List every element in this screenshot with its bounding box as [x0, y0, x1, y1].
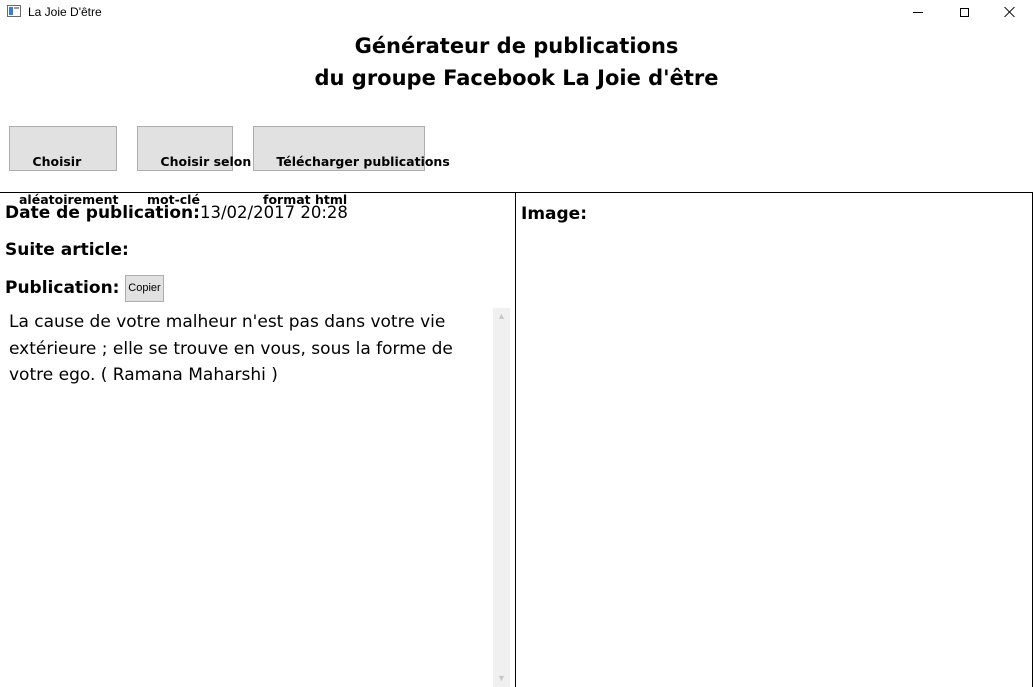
page-title-line1: Générateur de publications — [354, 34, 679, 58]
keyword-choice-button-line1: Choisir selon — [160, 154, 252, 169]
date-value: 13/02/2017 20:28 — [200, 203, 348, 222]
panel-divider — [515, 193, 516, 687]
content-panels: Date de publication: 13/02/2017 20:28 Su… — [0, 192, 1033, 687]
random-choice-button[interactable]: Choisir aléatoirement — [9, 126, 119, 207]
title-bar: La Joie D'être — [0, 0, 1033, 24]
close-icon — [1004, 6, 1016, 18]
chevron-up-icon[interactable]: ▲ — [493, 308, 510, 325]
publication-textbox[interactable]: La cause de votre malheur n'est pas dans… — [9, 309, 485, 389]
download-html-button-line1: Télécharger publications — [276, 154, 450, 169]
image-label: Image: — [521, 204, 588, 224]
suite-article-label: Suite article: — [5, 240, 129, 260]
close-button[interactable] — [987, 0, 1033, 24]
chevron-down-icon[interactable]: ▼ — [493, 670, 510, 687]
app-window: La Joie D'être Générateur de publication… — [0, 0, 1033, 687]
copy-button[interactable]: Copier — [125, 275, 164, 302]
minimize-button[interactable] — [895, 0, 941, 24]
window-title: La Joie D'être — [28, 5, 102, 19]
date-label: Date de publication: — [5, 203, 200, 223]
page-title-line2: du groupe Facebook La Joie d'être — [314, 66, 719, 90]
page-title: Générateur de publications du groupe Fac… — [0, 30, 1033, 94]
maximize-button[interactable] — [941, 0, 987, 24]
maximize-icon — [959, 7, 969, 17]
minimize-icon — [913, 11, 923, 13]
random-choice-button-line1: Choisir — [32, 154, 82, 169]
app-window-icon — [7, 5, 21, 17]
publication-scrollbar[interactable]: ▲ ▼ — [493, 308, 510, 687]
keyword-choice-button[interactable]: Choisir selon mot-clé — [137, 126, 251, 207]
publication-panel: Date de publication: 13/02/2017 20:28 Su… — [0, 193, 515, 687]
publication-label: Publication: — [5, 278, 120, 298]
download-html-button[interactable]: Télécharger publications format html — [253, 126, 450, 207]
